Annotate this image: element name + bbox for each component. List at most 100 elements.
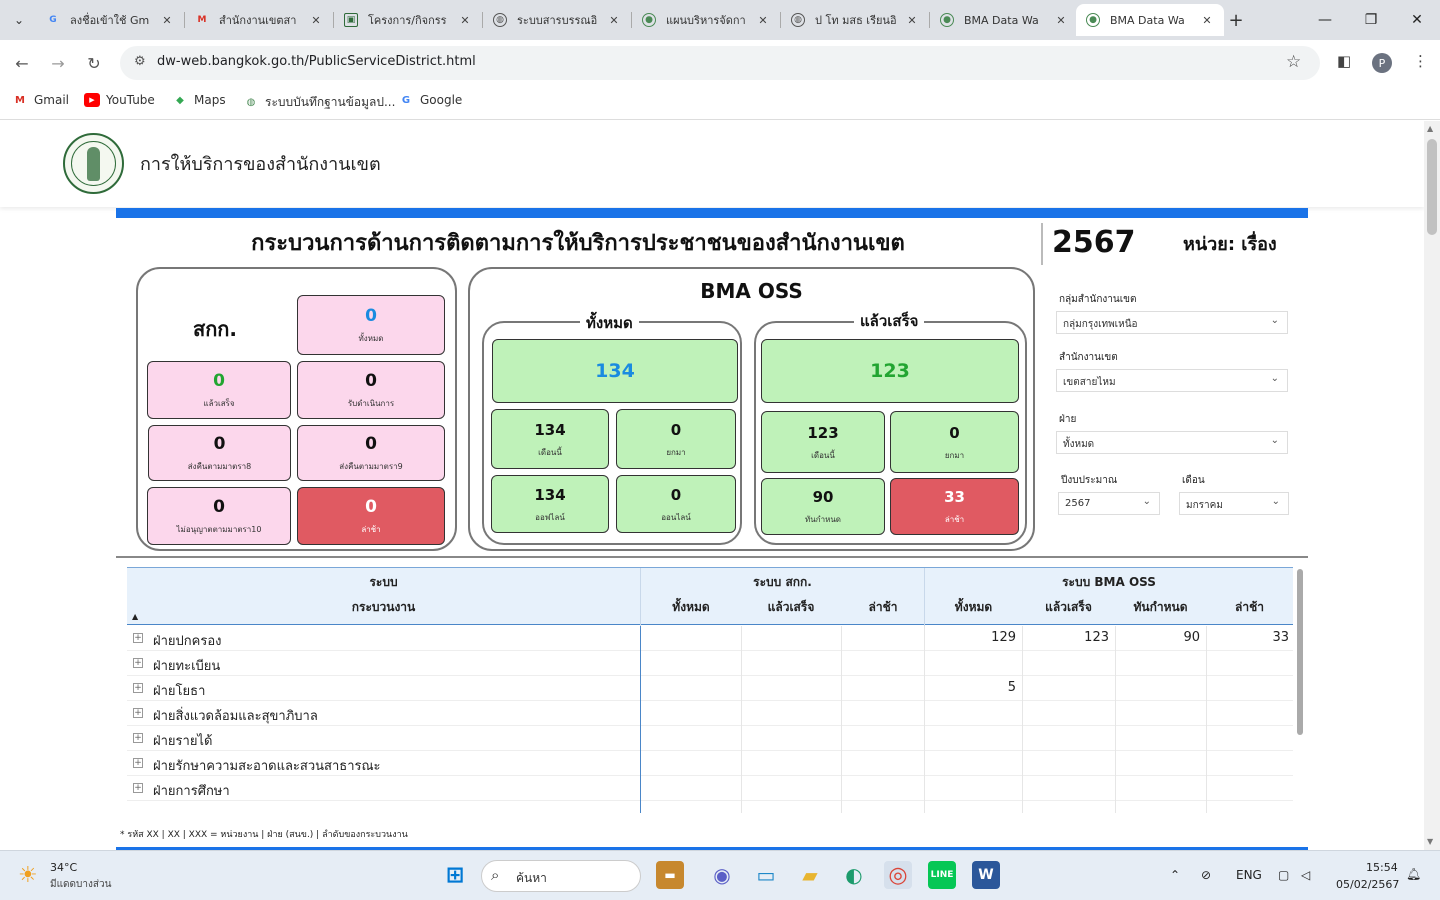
- header-skk-total[interactable]: ทั้งหมด: [641, 598, 741, 617]
- weather-temperature[interactable]: 34°C: [50, 861, 77, 874]
- close-icon[interactable]: ✕: [458, 14, 472, 27]
- close-icon[interactable]: ✕: [309, 14, 323, 27]
- scroll-up-arrow-icon[interactable]: ▲: [1427, 124, 1433, 133]
- table-row[interactable]: + ฝ่ายการศึกษา: [127, 776, 1293, 801]
- browser-tab[interactable]: M สำนักงานเขตสา ✕: [185, 4, 333, 36]
- tab-search-chevron-icon[interactable]: ⌄: [7, 8, 31, 32]
- header-skk-late[interactable]: ล่าช้า: [841, 598, 925, 617]
- bookmark-bma-database[interactable]: ◍ ระบบบันทึกฐานข้อมูลป...: [243, 93, 396, 112]
- expand-plus-icon[interactable]: +: [133, 758, 143, 768]
- close-icon[interactable]: ✕: [160, 14, 174, 27]
- chrome-browser-icon[interactable]: ◎: [884, 861, 912, 889]
- profile-avatar[interactable]: P: [1372, 53, 1392, 73]
- close-icon[interactable]: ✕: [905, 14, 919, 27]
- new-tab-plus-icon[interactable]: +: [1224, 8, 1248, 32]
- cloud-offline-icon[interactable]: ⊘: [1201, 868, 1211, 882]
- file-explorer-icon[interactable]: ▰: [796, 861, 824, 889]
- oss-done-on-time-card[interactable]: 90 ทันกำหนด: [761, 478, 885, 535]
- word-app-icon[interactable]: W: [972, 861, 1000, 889]
- page-scrollbar[interactable]: ▲ ▼: [1424, 121, 1440, 850]
- display-icon[interactable]: ▢: [1278, 868, 1289, 882]
- language-indicator[interactable]: ENG: [1236, 868, 1262, 882]
- oss-all-online-card[interactable]: 0 ออนไลน์: [616, 475, 736, 533]
- edge-browser-icon[interactable]: ◐: [840, 861, 868, 889]
- page-scroll-thumb[interactable]: [1427, 139, 1437, 235]
- table-row[interactable]: + ฝ่ายสิ่งแวดล้อมและสุขาภิบาล: [127, 701, 1293, 726]
- table-scroll-thumb[interactable]: [1297, 569, 1303, 735]
- taskbar-search-box[interactable]: [481, 860, 641, 892]
- browser-tab[interactable]: G ลงชื่อเข้าใช้ Gm ✕: [36, 4, 184, 36]
- skk-total-card[interactable]: 0 ทั้งหมด: [297, 295, 445, 355]
- notification-bell-icon[interactable]: 🔔︎: [1406, 867, 1421, 881]
- oss-done-late-card[interactable]: 33 ล่าช้า: [890, 478, 1019, 535]
- oss-all-this-month-card[interactable]: 134 เดือนนี้: [491, 409, 609, 469]
- side-panel-icon[interactable]: ◧: [1337, 52, 1351, 70]
- district-group-select[interactable]: กลุ่มกรุงเทพเหนือ ⌄: [1056, 311, 1288, 334]
- skk-accepted-card[interactable]: 0 รับดำเนินการ: [297, 361, 445, 419]
- window-close-icon[interactable]: ✕: [1394, 0, 1440, 40]
- browser-tab[interactable]: ● แผนบริหารจัดกา ✕: [632, 4, 780, 36]
- expand-plus-icon[interactable]: +: [133, 783, 143, 793]
- skk-done-card[interactable]: 0 แล้วเสร็จ: [147, 361, 291, 419]
- header-oss-done[interactable]: แล้วเสร็จ: [1022, 598, 1115, 617]
- table-row[interactable]: + ฝ่ายปกครอง 129 123 90 33: [127, 626, 1293, 651]
- table-row[interactable]: + ฝ่ายทะเบียน: [127, 651, 1293, 676]
- scroll-down-arrow-icon[interactable]: ▼: [1427, 837, 1433, 846]
- restore-icon[interactable]: ❐: [1348, 0, 1394, 40]
- reload-icon[interactable]: ↻: [82, 51, 106, 75]
- expand-plus-icon[interactable]: +: [133, 633, 143, 643]
- browser-tab-active[interactable]: ● BMA Data Wa ✕: [1076, 4, 1224, 36]
- district-select[interactable]: เขตสายไหม ⌄: [1056, 369, 1288, 392]
- close-icon[interactable]: ✕: [1200, 14, 1214, 27]
- skk-late-card[interactable]: 0 ล่าช้า: [297, 487, 445, 545]
- clock-date[interactable]: 05/02/2567: [1336, 878, 1399, 891]
- browser-tab[interactable]: ◍ ระบบสารบรรณอิ ✕: [483, 4, 631, 36]
- bookmark-google[interactable]: G Google: [398, 93, 462, 107]
- clock-time[interactable]: 15:54: [1366, 861, 1398, 874]
- skk-denied10-card[interactable]: 0 ไม่อนุญาตตามมาตรา10: [147, 487, 291, 545]
- close-icon[interactable]: ✕: [607, 14, 621, 27]
- fiscal-year-select[interactable]: 2567 ⌄: [1058, 492, 1160, 515]
- table-row[interactable]: + ฝ่ายรักษาความสะอาดและสวนสาธารณะ: [127, 751, 1293, 776]
- oss-done-cancelled-card[interactable]: 0 ยกมา: [890, 411, 1019, 473]
- skk-return9-card[interactable]: 0 ส่งคืนตามมาตรา9: [297, 425, 445, 481]
- teams-chat-icon[interactable]: ◉: [708, 861, 736, 889]
- sort-up-icon[interactable]: ▲: [132, 612, 138, 621]
- table-scrollbar[interactable]: [1296, 567, 1304, 813]
- bookmark-maps[interactable]: ◆ Maps: [172, 93, 225, 107]
- oss-all-cancelled-card[interactable]: 0 ยกมา: [616, 409, 736, 469]
- address-url[interactable]: dw-web.bangkok.go.th/PublicServiceDistri…: [157, 54, 476, 69]
- windows-start-icon[interactable]: ⊞: [441, 861, 469, 889]
- weather-sun-cloud-icon[interactable]: ☀: [18, 863, 38, 888]
- close-icon[interactable]: ✕: [1054, 14, 1068, 27]
- speaker-icon[interactable]: ◁: [1301, 868, 1310, 882]
- header-process[interactable]: กระบวนงาน: [127, 598, 640, 617]
- site-info-icon[interactable]: ⚙: [134, 54, 146, 69]
- division-select[interactable]: ทั้งหมด ⌄: [1056, 431, 1288, 454]
- header-oss-ontime[interactable]: ทันกำหนด: [1115, 598, 1206, 617]
- oss-done-this-month-card[interactable]: 123 เดือนนี้: [761, 411, 885, 473]
- month-select[interactable]: มกราคม ⌄: [1179, 492, 1289, 515]
- browser-tab[interactable]: ▣ โครงการ/กิจกรร ✕: [334, 4, 482, 36]
- close-icon[interactable]: ✕: [756, 14, 770, 27]
- browser-tab[interactable]: ● BMA Data Wa ✕: [930, 4, 1078, 36]
- expand-plus-icon[interactable]: +: [133, 733, 143, 743]
- header-oss-late[interactable]: ล่าช้า: [1206, 598, 1293, 617]
- expand-plus-icon[interactable]: +: [133, 683, 143, 693]
- oss-done-total-card[interactable]: 123: [761, 339, 1019, 403]
- bookmark-gmail[interactable]: M Gmail: [12, 93, 69, 107]
- expand-plus-icon[interactable]: +: [133, 658, 143, 668]
- browser-tab[interactable]: ◍ ป โท มสธ เรียนอิ ✕: [781, 4, 929, 36]
- header-oss-total[interactable]: ทั้งหมด: [925, 598, 1022, 617]
- back-arrow-icon[interactable]: ←: [10, 51, 34, 75]
- table-row[interactable]: + ฝ่ายรายได้: [127, 726, 1293, 751]
- oss-all-offline-card[interactable]: 134 ออฟไลน์: [491, 475, 609, 533]
- tray-chevron-up-icon[interactable]: ⌃: [1170, 868, 1180, 882]
- bookmark-youtube[interactable]: ▶ YouTube: [84, 93, 155, 107]
- line-app-icon[interactable]: LINE: [928, 861, 956, 889]
- skk-return8-card[interactable]: 0 ส่งคืนตามมาตรา8: [148, 425, 291, 481]
- weather-description[interactable]: มีแดดบางส่วน: [50, 877, 111, 892]
- expand-plus-icon[interactable]: +: [133, 708, 143, 718]
- briefcase-widget-icon[interactable]: ▬: [656, 861, 684, 889]
- menu-kebab-icon[interactable]: ⋮: [1413, 52, 1428, 70]
